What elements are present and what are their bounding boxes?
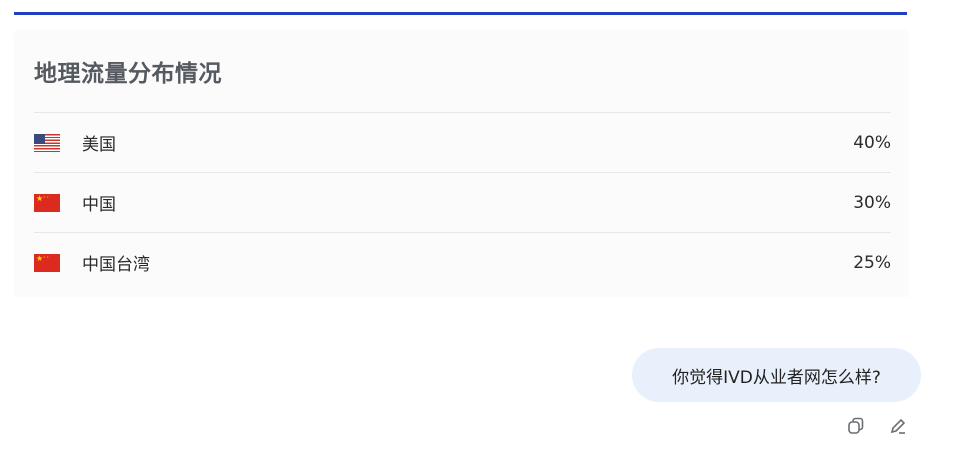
country-name: 美国 — [82, 135, 116, 155]
top-accent-rule — [14, 12, 907, 15]
card-title: 地理流量分布情况 — [34, 61, 222, 87]
traffic-percent: 40% — [853, 132, 891, 153]
country-list: 美国 40% 中国 30% 中国台湾 25% — [34, 112, 891, 292]
china-flag-icon — [34, 193, 60, 212]
country-name: 中国台湾 — [82, 255, 150, 275]
list-item: 中国台湾 25% — [34, 232, 891, 292]
traffic-percent: 30% — [853, 192, 891, 213]
china-flag-icon — [34, 253, 60, 272]
list-item: 美国 40% — [34, 112, 891, 172]
copy-icon[interactable] — [844, 414, 868, 438]
message-actions — [844, 414, 910, 438]
traffic-percent: 25% — [853, 252, 891, 273]
page: 地理流量分布情况 美国 40% 中国 30% 中国台湾 25% 你觉得IVD从业… — [0, 0, 978, 457]
traffic-distribution-card: 地理流量分布情况 美国 40% 中国 30% 中国台湾 25% — [14, 29, 909, 297]
edit-icon[interactable] — [886, 414, 910, 438]
us-flag-icon — [34, 133, 60, 152]
list-item: 中国 30% — [34, 172, 891, 232]
user-message-text: 你觉得IVD从业者网怎么样? — [672, 367, 881, 388]
country-name: 中国 — [82, 195, 116, 215]
user-message-bubble: 你觉得IVD从业者网怎么样? — [632, 348, 921, 402]
